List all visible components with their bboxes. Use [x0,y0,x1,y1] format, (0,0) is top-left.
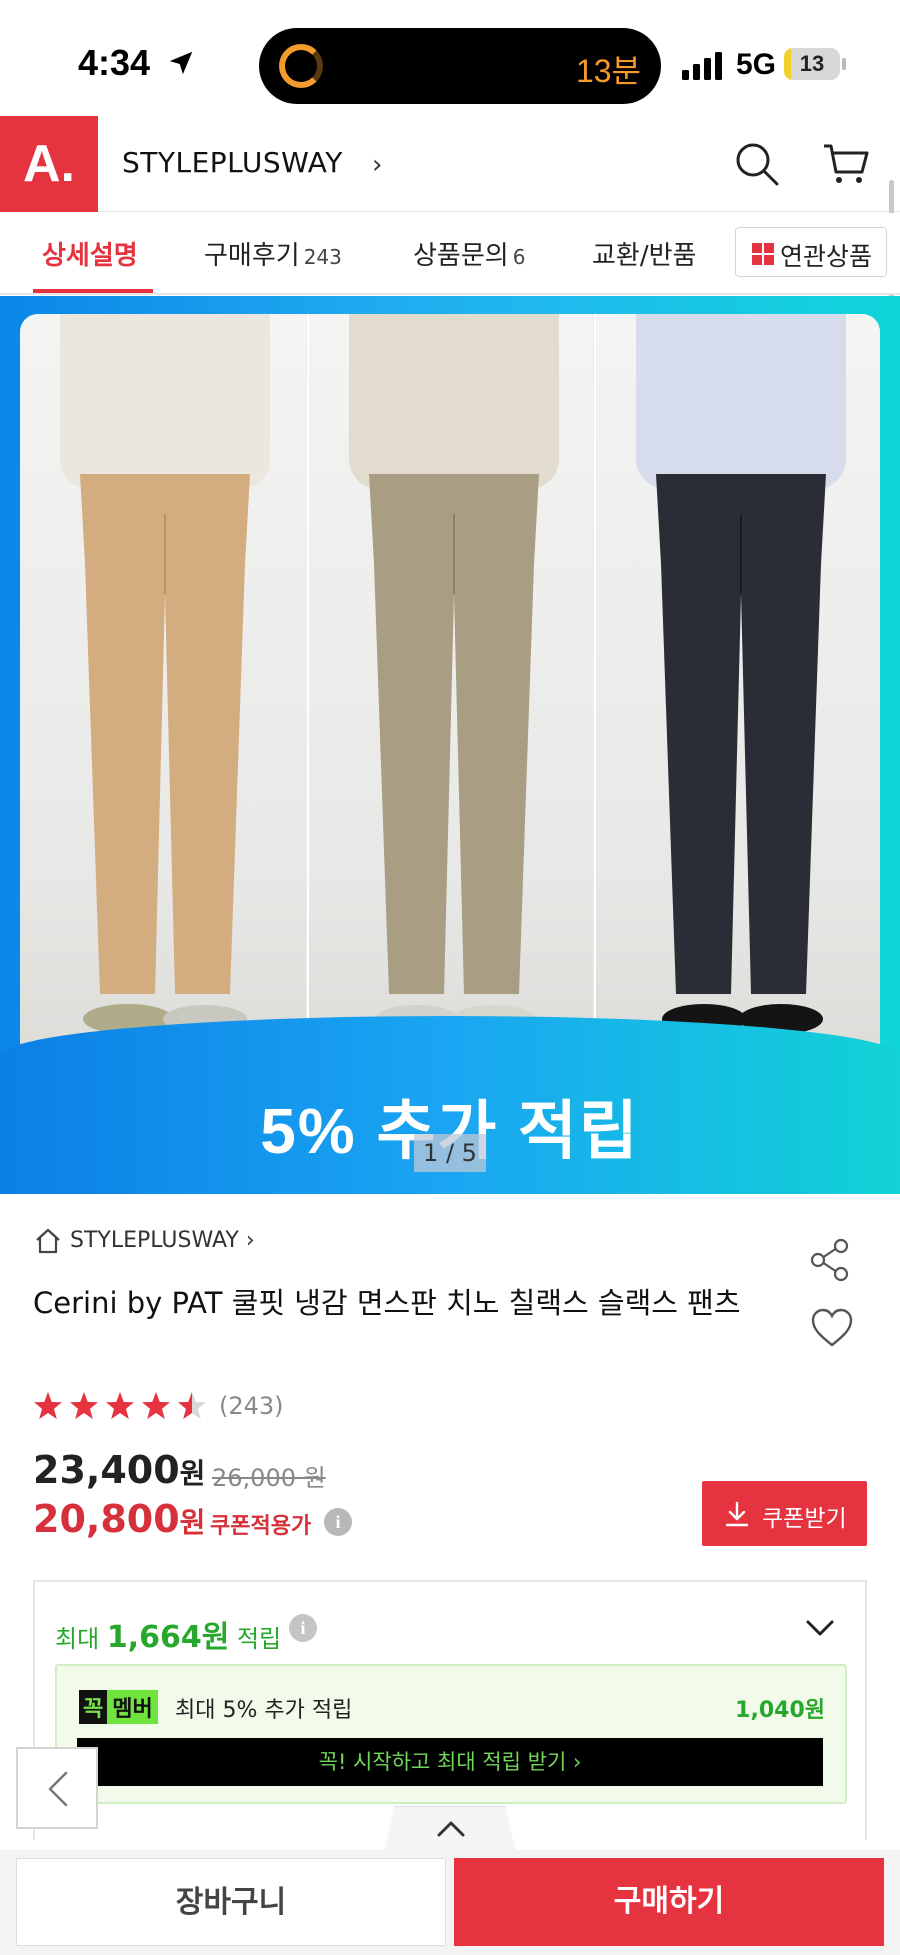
get-coupon-button[interactable]: 쿠폰받기 [702,1481,867,1546]
model-photo-3 [594,314,880,1104]
timer-ring-icon [279,44,323,88]
pants-khaki-image [369,474,539,1033]
review-count: (243) [219,1392,284,1420]
product-image-carousel[interactable]: 5% 추가 적립 1 / 5 [0,296,900,1194]
home-icon [36,1228,60,1254]
battery-icon: 13 [784,48,840,80]
chevron-left-icon [48,1771,68,1807]
original-price: 26,000 원 [212,1464,326,1492]
membership-amount: 1,040원 [735,1698,825,1723]
shirt-shape [349,314,559,489]
pants-navy-image [656,474,826,1034]
active-tab-indicator [33,289,153,293]
chevron-down-icon[interactable] [805,1618,835,1638]
back-button[interactable] [16,1747,98,1829]
membership-text: 최대 5% 추가 적립 [175,1698,353,1723]
grid-icon [752,243,774,265]
heart-icon[interactable] [810,1308,854,1348]
cellular-signal-icon [682,52,722,80]
coupon-price: 20,800원 [33,1497,206,1541]
get-coupon-label: 쿠폰받기 [762,1506,847,1532]
buy-now-button[interactable]: 구매하기 [454,1858,884,1946]
cart-icon[interactable] [822,140,870,188]
app-header: A. STYLEPLUSWAY › [0,116,900,212]
chevron-right-icon: › [245,1228,255,1253]
expand-panel-tab[interactable] [384,1806,516,1852]
sale-price: 23,400원 [33,1448,206,1492]
chevron-right-icon[interactable]: › [372,150,382,180]
model-photo-2 [307,314,593,1104]
tab-exchange-return[interactable]: 교환/반품 [592,235,696,272]
share-icon[interactable] [808,1238,852,1282]
battery-level: 13 [799,51,825,76]
battery-tip [842,58,846,70]
coupon-price-label: 쿠폰적용가 [210,1514,312,1539]
add-to-cart-button[interactable]: 장바구니 [16,1858,446,1946]
store-name: STYLEPLUSWAY › [70,1228,255,1253]
tab-label: 교환/반품 [592,241,697,271]
info-icon[interactable]: i [289,1614,317,1642]
network-type: 5G [736,48,777,81]
chevron-up-icon [437,1821,465,1837]
activity-timer: 13분 [575,53,641,89]
tab-label: 구매후기 [204,241,300,271]
points-panel: 최대 1,664원 적립 i 꼭 멤버 최대 5% 추가 적립 1,040원 꼭!… [33,1580,867,1840]
dynamic-island[interactable]: 13분 [259,28,661,104]
bottom-action-bar: 장바구니 구매하기 [0,1850,900,1955]
tab-reviews[interactable]: 구매후기 243 [204,235,342,272]
max-points: 최대 1,664원 적립 [55,1620,282,1655]
download-icon [725,1501,749,1527]
shirt-shape [60,314,270,489]
tab-count: 6 [512,245,526,269]
tab-inquiries[interactable]: 상품문의 6 [413,235,525,272]
app-logo[interactable]: A. [0,116,98,212]
rating-stars-icon [34,1392,206,1419]
product-title: Cerini by PAT 쿨핏 냉감 면스판 치노 칠랙스 슬랙스 팬츠 [33,1286,741,1320]
status-bar: 4:34 13분 5G 13 [0,0,900,116]
tab-label: 상세설명 [42,241,138,271]
info-icon[interactable]: i [324,1508,352,1536]
detail-tabs: 상세설명 구매후기 243 상품문의 6 교환/반품 연관상품 [0,213,900,295]
membership-badge: 꼭 멤버 [79,1690,158,1724]
tab-detail[interactable]: 상세설명 [42,235,138,272]
carousel-pager: 1 / 5 [414,1134,486,1172]
related-products-button[interactable]: 연관상품 [735,227,887,277]
search-icon[interactable] [733,140,781,188]
tab-label: 상품문의 [413,241,509,271]
pants-beige-image [80,474,250,1034]
product-photo [20,314,880,1104]
brand-name[interactable]: STYLEPLUSWAY [122,146,343,179]
membership-box: 꼭 멤버 최대 5% 추가 적립 1,040원 꼭! 시작하고 최대 적립 받기 … [55,1664,847,1804]
membership-cta-button[interactable]: 꼭! 시작하고 최대 적립 받기 › [77,1738,823,1786]
tab-count: 243 [303,245,342,269]
model-photo-1 [20,314,306,1104]
location-arrow-icon [169,51,193,75]
shirt-shape [636,314,846,489]
status-time: 4:34 [78,42,151,83]
related-products-label: 연관상품 [780,242,873,271]
